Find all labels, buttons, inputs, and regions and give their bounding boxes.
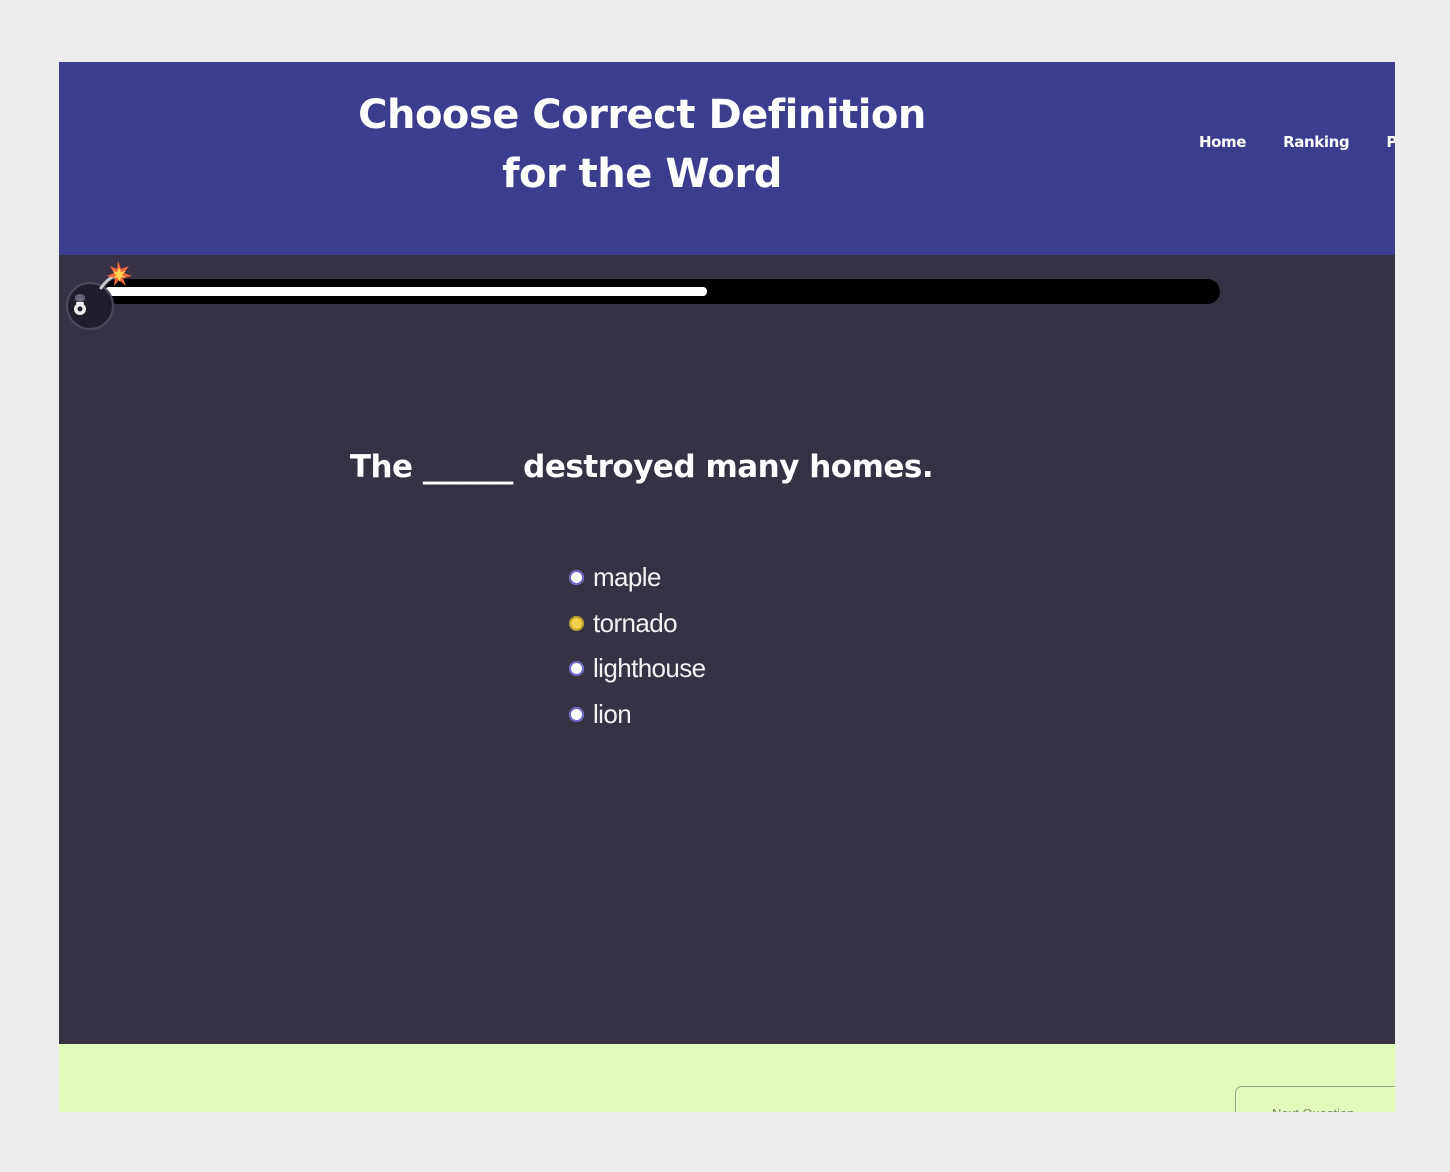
option-label: tornado [593, 607, 678, 638]
option-lighthouse[interactable]: lighthouse [569, 646, 706, 692]
answer-options: maple tornado lighthouse lion [569, 555, 706, 737]
question-text: The ______ destroyed many homes. [349, 449, 934, 485]
radio-button[interactable] [569, 661, 584, 677]
radio-button[interactable] [569, 570, 584, 586]
option-label: lighthouse [593, 653, 706, 684]
next-question-button[interactable]: Next Question [1235, 1086, 1395, 1112]
nav-link-ranking[interactable]: Ranking [1283, 130, 1349, 154]
option-label: maple [593, 562, 661, 593]
header-bar: Choose Correct Definition for the Word H… [59, 62, 1395, 255]
timer-progress-fill [105, 287, 707, 296]
nav-link-home[interactable]: Home [1199, 130, 1246, 154]
radio-button[interactable] [569, 706, 584, 722]
bomb-timer [63, 255, 1223, 335]
nav-link-profile[interactable]: Prof [1386, 130, 1395, 154]
footer-bar: Next Question [59, 1044, 1395, 1112]
option-label: lion [593, 698, 632, 729]
option-tornado[interactable]: tornado [569, 601, 706, 647]
radio-button[interactable] [569, 615, 584, 631]
quiz-area: The ______ destroyed many homes. maple t… [59, 255, 1395, 1044]
quiz-app: Choose Correct Definition for the Word H… [59, 62, 1395, 1112]
option-maple[interactable]: maple [569, 555, 706, 601]
option-lion[interactable]: lion [569, 692, 706, 738]
bomb-icon [66, 261, 132, 330]
page-title: Choose Correct Definition for the Word [358, 92, 926, 197]
top-nav: Home Ranking Prof [1199, 130, 1395, 154]
